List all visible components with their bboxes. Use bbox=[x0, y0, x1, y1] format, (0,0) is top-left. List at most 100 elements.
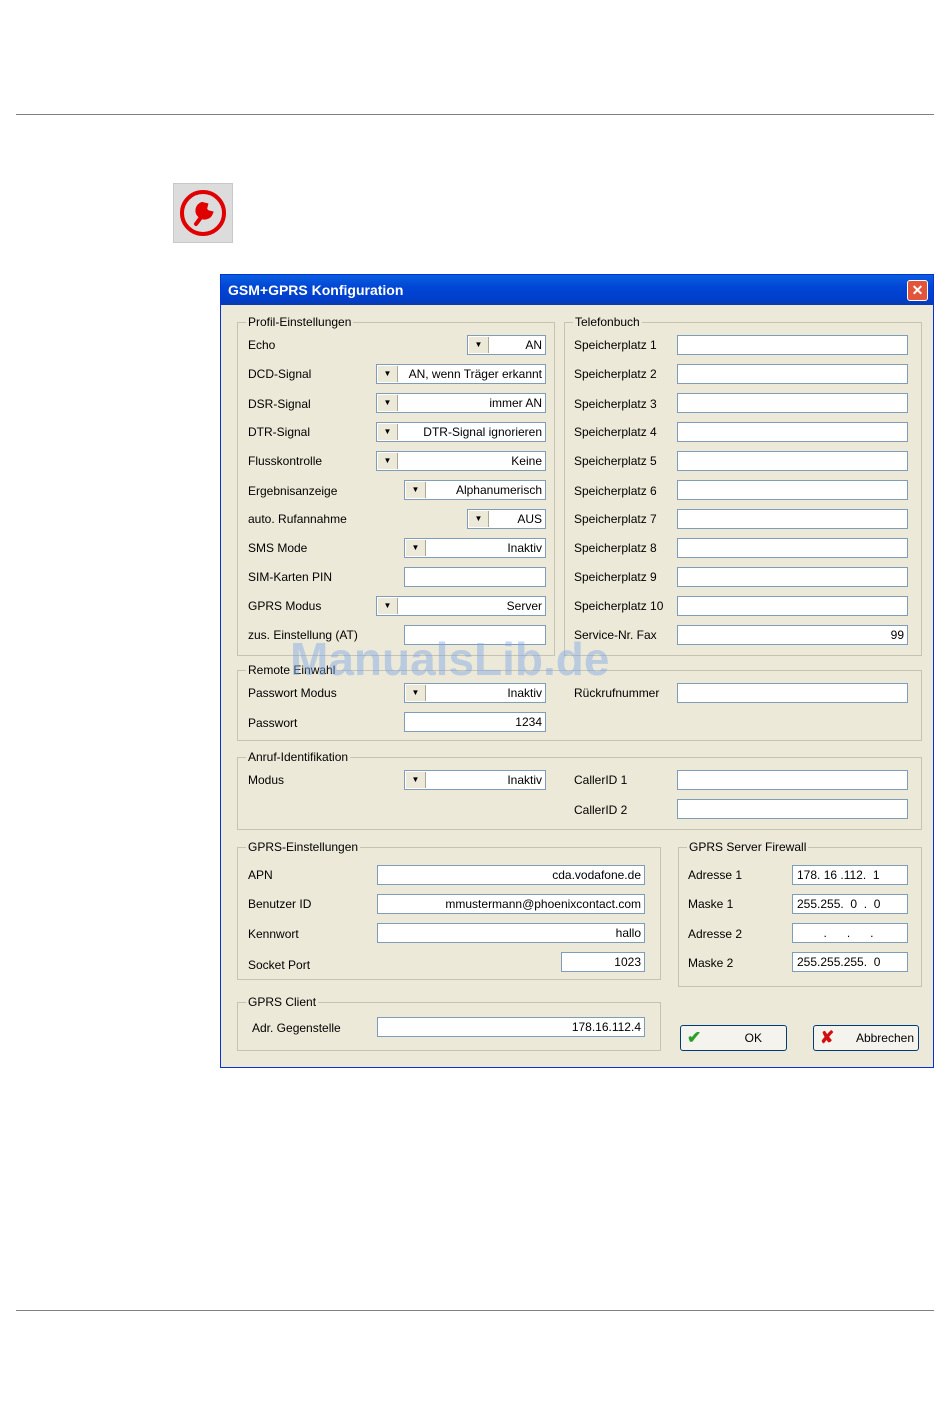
speicherplatz-1-label: Speicherplatz 1 bbox=[574, 338, 657, 352]
speicherplatz-7-input[interactable] bbox=[677, 509, 908, 529]
dsr-label: DSR-Signal bbox=[248, 397, 311, 411]
modus-label: Modus bbox=[248, 773, 285, 787]
speicherplatz-5-input[interactable] bbox=[677, 451, 908, 471]
maske-2-input[interactable]: 255.255.255. 0 bbox=[792, 952, 908, 972]
modus-value: Inaktiv bbox=[507, 773, 542, 787]
kennwort-input[interactable]: hallo bbox=[377, 923, 645, 943]
adresse-1-input[interactable]: 178. 16 .112. 1 bbox=[792, 865, 908, 885]
fluss-value: Keine bbox=[511, 454, 542, 468]
dcd-dropdown[interactable]: ▼ AN, wenn Träger erkannt bbox=[376, 364, 546, 384]
service-fax-input[interactable]: 99 bbox=[677, 625, 908, 645]
maske-2-label: Maske 2 bbox=[688, 956, 734, 970]
rueckruf-input[interactable] bbox=[677, 683, 908, 703]
dialog-title: GSM+GPRS Konfiguration bbox=[228, 282, 404, 298]
modus-dropdown[interactable]: ▼ Inaktiv bbox=[404, 770, 546, 790]
fluss-dropdown[interactable]: ▼ Keine bbox=[376, 451, 546, 471]
adresse-2-input[interactable]: . . . bbox=[792, 923, 908, 943]
maske-1-input[interactable]: 255.255. 0 . 0 bbox=[792, 894, 908, 914]
bottom-rule bbox=[16, 1310, 934, 1311]
speicherplatz-1-input[interactable] bbox=[677, 335, 908, 355]
dtr-label: DTR-Signal bbox=[248, 425, 311, 439]
gprs-modus-label: GPRS Modus bbox=[248, 599, 322, 613]
passwort-modus-dropdown[interactable]: ▼ Inaktiv bbox=[404, 683, 546, 703]
anruf-group: Anruf-Identifikation bbox=[237, 750, 922, 830]
cancel-button[interactable]: ✘ Abbrechen bbox=[813, 1025, 919, 1051]
top-rule bbox=[16, 114, 934, 115]
speicherplatz-4-label: Speicherplatz 4 bbox=[574, 425, 657, 439]
speicherplatz-3-input[interactable] bbox=[677, 393, 908, 413]
dsr-value: immer AN bbox=[489, 396, 542, 410]
chevron-down-icon[interactable]: ▼ bbox=[469, 511, 489, 527]
speicherplatz-8-input[interactable] bbox=[677, 538, 908, 558]
cancel-label: Abbrechen bbox=[855, 1031, 914, 1045]
ok-label: OK bbox=[744, 1031, 762, 1045]
chevron-down-icon[interactable]: ▼ bbox=[378, 424, 398, 440]
rueckruf-label: Rückrufnummer bbox=[574, 686, 660, 700]
speicherplatz-6-input[interactable] bbox=[677, 480, 908, 500]
telefonbuch-legend: Telefonbuch bbox=[573, 315, 642, 329]
anruf-legend: Anruf-Identifikation bbox=[246, 750, 351, 764]
passwort-input[interactable]: 1234 bbox=[404, 712, 546, 732]
sms-mode-value: Inaktiv bbox=[507, 541, 542, 555]
gprs-modus-dropdown[interactable]: ▼ Server bbox=[376, 596, 546, 616]
socket-port-label: Socket Port bbox=[248, 958, 311, 972]
chevron-down-icon[interactable]: ▼ bbox=[406, 772, 426, 788]
sim-pin-input[interactable] bbox=[404, 567, 546, 587]
chevron-down-icon[interactable]: ▼ bbox=[406, 540, 426, 556]
cross-icon: ✘ bbox=[820, 1028, 835, 1047]
passwort-label: Passwort bbox=[248, 716, 298, 730]
dcd-value: AN, wenn Träger erkannt bbox=[408, 367, 542, 381]
watermark: ManualsLib.de bbox=[290, 633, 610, 685]
chevron-down-icon[interactable]: ▼ bbox=[378, 453, 398, 469]
ergebnis-dropdown[interactable]: ▼ Alphanumerisch bbox=[404, 480, 546, 500]
callerid-2-label: CallerID 2 bbox=[574, 803, 628, 817]
speicherplatz-9-input[interactable] bbox=[677, 567, 908, 587]
rufannahme-value: AUS bbox=[517, 512, 542, 526]
chevron-down-icon[interactable]: ▼ bbox=[469, 337, 489, 353]
fluss-label: Flusskontrolle bbox=[248, 454, 323, 468]
speicherplatz-8-label: Speicherplatz 8 bbox=[574, 541, 657, 555]
dialog-titlebar: GSM+GPRS Konfiguration ✕ bbox=[221, 275, 933, 305]
speicherplatz-4-input[interactable] bbox=[677, 422, 908, 442]
adresse-1-label: Adresse 1 bbox=[688, 868, 743, 882]
chevron-down-icon[interactable]: ▼ bbox=[378, 598, 398, 614]
apn-label: APN bbox=[248, 868, 273, 882]
ergebnis-label: Ergebnisanzeige bbox=[248, 484, 338, 498]
gegenstelle-input[interactable]: 178.16.112.4 bbox=[377, 1017, 645, 1037]
socket-port-input[interactable]: 1023 bbox=[561, 952, 645, 972]
sim-pin-label: SIM-Karten PIN bbox=[248, 570, 333, 584]
sms-mode-dropdown[interactable]: ▼ Inaktiv bbox=[404, 538, 546, 558]
rufannahme-dropdown[interactable]: ▼ AUS bbox=[467, 509, 546, 529]
kennwort-label: Kennwort bbox=[248, 927, 299, 941]
apn-input[interactable]: cda.vodafone.de bbox=[377, 865, 645, 885]
callerid-2-input[interactable] bbox=[677, 799, 908, 819]
dcd-label: DCD-Signal bbox=[248, 367, 312, 381]
chevron-down-icon[interactable]: ▼ bbox=[406, 685, 426, 701]
passwort-modus-value: Inaktiv bbox=[507, 686, 542, 700]
profil-legend: Profil-Einstellungen bbox=[246, 315, 354, 329]
callerid-1-input[interactable] bbox=[677, 770, 908, 790]
firewall-legend: GPRS Server Firewall bbox=[687, 840, 809, 854]
gprs-modus-value: Server bbox=[506, 599, 542, 613]
speicherplatz-2-input[interactable] bbox=[677, 364, 908, 384]
wrench-icon[interactable] bbox=[173, 183, 233, 243]
echo-value: AN bbox=[525, 338, 542, 352]
dtr-dropdown[interactable]: ▼ DTR-Signal ignorieren bbox=[376, 422, 546, 442]
speicherplatz-3-label: Speicherplatz 3 bbox=[574, 397, 657, 411]
speicherplatz-10-input[interactable] bbox=[677, 596, 908, 616]
ok-button[interactable]: ✔ OK bbox=[680, 1025, 787, 1051]
benutzer-input[interactable]: mmustermann@phoenixcontact.com bbox=[377, 894, 645, 914]
passwort-modus-label: Passwort Modus bbox=[248, 686, 337, 700]
chevron-down-icon[interactable]: ▼ bbox=[378, 395, 398, 411]
speicherplatz-5-label: Speicherplatz 5 bbox=[574, 454, 657, 468]
echo-dropdown[interactable]: ▼ AN bbox=[467, 335, 546, 355]
close-button[interactable]: ✕ bbox=[907, 280, 928, 301]
speicherplatz-2-label: Speicherplatz 2 bbox=[574, 367, 657, 381]
gprs-legend: GPRS-Einstellungen bbox=[246, 840, 361, 854]
checkmark-icon: ✔ bbox=[687, 1028, 702, 1047]
chevron-down-icon[interactable]: ▼ bbox=[378, 366, 398, 382]
speicherplatz-10-label: Speicherplatz 10 bbox=[574, 599, 664, 613]
speicherplatz-6-label: Speicherplatz 6 bbox=[574, 484, 657, 498]
dsr-dropdown[interactable]: ▼ immer AN bbox=[376, 393, 546, 413]
chevron-down-icon[interactable]: ▼ bbox=[406, 482, 426, 498]
